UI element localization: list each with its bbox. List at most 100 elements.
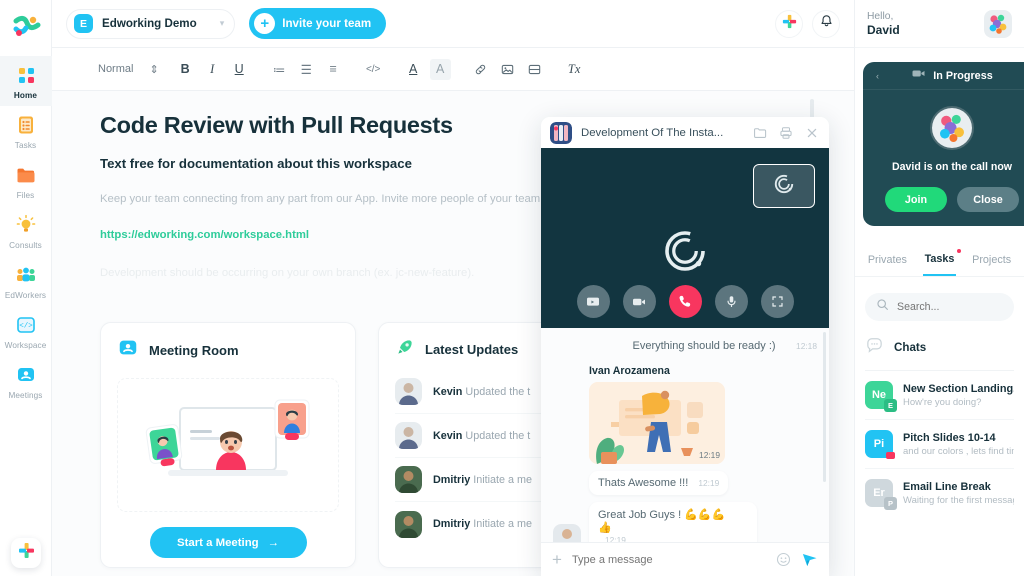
search-box[interactable] [865, 293, 1014, 322]
update-text: Kevin Updated the t [433, 386, 530, 398]
align-button[interactable]: ≡ [323, 59, 344, 80]
workspace-selector[interactable]: E Edworking Demo ▾ [66, 8, 236, 39]
chat-scrollbar[interactable] [823, 332, 826, 482]
chevron-left-icon[interactable]: ‹ [876, 71, 879, 81]
list-item[interactable]: Er P Email Line Break Waiting for the fi… [865, 469, 1014, 517]
people-icon [14, 263, 38, 287]
text-style-select[interactable]: Normal ⇕ [98, 63, 159, 76]
italic-button[interactable]: I [202, 59, 223, 80]
sidebar-item-edworkers[interactable]: EdWorkers [0, 256, 52, 306]
code-block-button[interactable]: </> [363, 59, 384, 80]
chat-input-bar: + [541, 542, 829, 576]
image-icon [501, 64, 513, 74]
bell-icon [819, 14, 834, 34]
tab-projects[interactable]: Projects [970, 247, 1013, 275]
notification-dot [957, 249, 962, 254]
chevron-updown-icon: ⇕ [149, 63, 159, 76]
list-item[interactable]: Pi Pitch Slides 10-14 and our colors , l… [865, 420, 1014, 470]
user-name: David [867, 22, 900, 37]
chevron-down-icon: ▾ [219, 18, 225, 28]
chat-image-attachment[interactable]: 12:19 [589, 382, 725, 464]
update-user: Kevin [433, 385, 463, 398]
microphone-icon[interactable] [714, 285, 748, 318]
close-icon[interactable] [803, 124, 820, 141]
sidebar-item-tasks[interactable]: Tasks [0, 106, 52, 156]
tab-tasks[interactable]: Tasks [922, 246, 962, 277]
image-button[interactable] [497, 59, 518, 80]
add-new-button[interactable] [775, 9, 803, 38]
sidebar-item-home[interactable]: Home [0, 56, 52, 106]
greeting-label: Hello, [867, 10, 894, 22]
sidebar-item-label: Meetings [8, 391, 43, 400]
update-action: Updated the t [465, 429, 531, 442]
chat-avatar-icon: Ne E [865, 381, 897, 413]
hangup-icon[interactable] [668, 285, 702, 318]
tab-label: Tasks [924, 253, 955, 266]
smiley-icon[interactable] [776, 552, 791, 567]
workspace-badge: E [74, 14, 93, 33]
avatar [395, 510, 422, 538]
in-progress-call-card: ‹ In Progress › David is on the call now… [863, 62, 1024, 227]
avatar[interactable] [984, 9, 1012, 38]
call-card-header: ‹ In Progress › [863, 62, 1024, 90]
notifications-button[interactable] [812, 9, 840, 38]
search-input[interactable] [897, 301, 1003, 314]
chat-item-title: Email Line Break [903, 480, 991, 493]
webcam-icon [14, 363, 38, 387]
send-icon[interactable] [801, 551, 818, 568]
message-time: 12:19 [605, 535, 626, 542]
avatar [395, 378, 422, 405]
sidebar-item-meetings[interactable]: Meetings [0, 356, 52, 406]
colored-plus-icon [18, 542, 35, 564]
top-bar: E Edworking Demo ▾ + Invite your team [52, 0, 854, 48]
sidebar-item-files[interactable]: Files [0, 156, 52, 206]
bullet-list-button[interactable]: ☰ [296, 59, 317, 80]
chats-section-header[interactable]: Chats [865, 335, 1014, 372]
underline-button[interactable]: U [229, 59, 250, 80]
self-video-tile[interactable] [753, 164, 815, 208]
sidebar-item-workspace[interactable]: </> Workspace [0, 306, 52, 356]
video-icon [528, 64, 540, 74]
update-text: Dmitriy Initiate a me [433, 474, 532, 486]
print-icon[interactable] [777, 124, 794, 141]
video-button[interactable] [524, 59, 545, 80]
folder-icon[interactable] [751, 124, 768, 141]
invite-your-team-button[interactable]: + Invite your team [249, 8, 387, 39]
start-a-meeting-button[interactable]: Start a Meeting → [149, 527, 307, 558]
screen-share-icon[interactable] [576, 285, 610, 318]
update-action: Initiate a me [473, 473, 533, 486]
sidebar-item-label: Home [13, 91, 38, 100]
fullscreen-icon[interactable] [760, 285, 794, 318]
chat-window-header: Development Of The Insta... [541, 117, 829, 148]
clear-format-button[interactable]: Tx [564, 59, 585, 80]
list-item[interactable]: Ne E New Section Landing... How're you d… [865, 371, 1014, 421]
message-time: 12:19 [698, 478, 720, 488]
chat-call-window: Development Of The Insta... Everything s… [541, 117, 829, 576]
chat-messages[interactable]: Everything should be ready :) 12:18 Ivan… [541, 328, 829, 542]
chat-initials: Pi [873, 438, 885, 451]
link-button[interactable] [470, 59, 491, 80]
camera-icon[interactable] [622, 285, 656, 318]
chat-bubble: Everything should be ready :) [623, 334, 784, 358]
message-input[interactable] [571, 553, 766, 566]
start-meeting-label: Start a Meeting [176, 536, 259, 549]
edworking-logo-icon[interactable] [11, 12, 41, 42]
text-color-button[interactable]: A [403, 59, 424, 80]
bold-button[interactable]: B [175, 59, 196, 80]
attach-plus-icon[interactable]: + [552, 551, 562, 568]
highlight-color-button[interactable]: A [429, 58, 451, 80]
colored-plus-icon [782, 14, 797, 34]
ordered-list-button[interactable]: ≔ [269, 59, 290, 80]
join-call-button[interactable]: Join [885, 187, 947, 213]
chat-badge: P [884, 497, 897, 511]
sidebar-item-consults[interactable]: Consults [0, 206, 52, 256]
close-call-button[interactable]: Close [957, 187, 1019, 213]
add-button[interactable] [11, 538, 41, 568]
avatar [553, 524, 581, 542]
workspace-name: Edworking Demo [102, 17, 197, 30]
chat-avatar-icon: Er P [865, 479, 897, 511]
sidebar-item-label: Files [16, 191, 35, 200]
tab-privates[interactable]: Privates [866, 247, 909, 275]
search-icon [876, 298, 889, 316]
user-greeting-header: Hello, David [855, 0, 1024, 48]
